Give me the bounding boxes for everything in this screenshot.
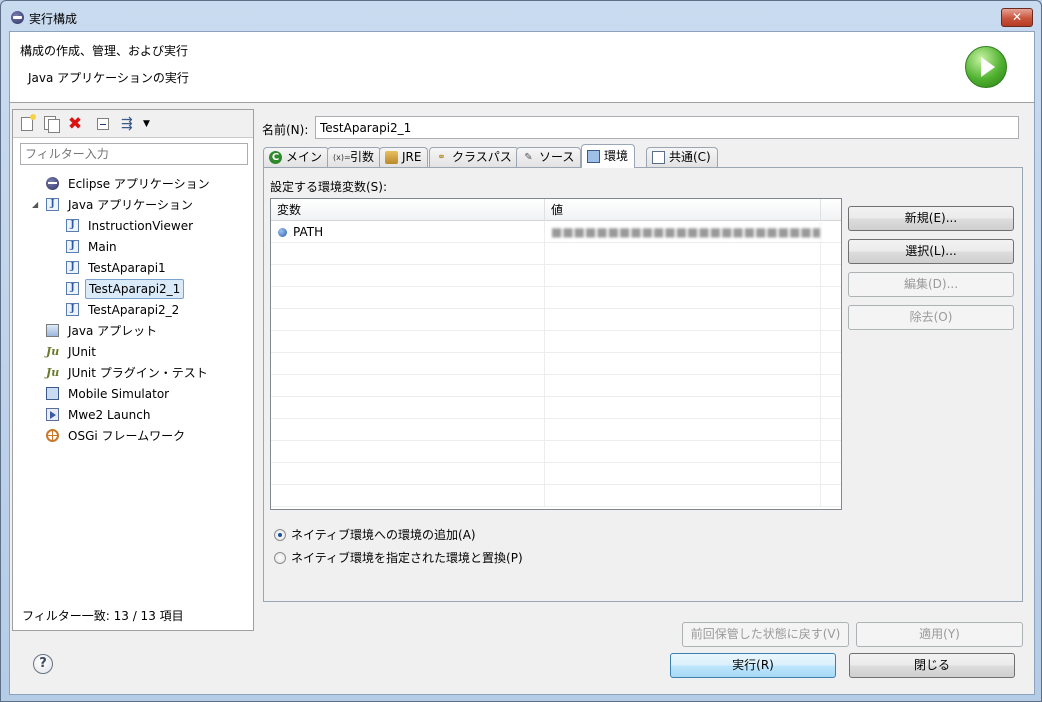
run-icon xyxy=(965,46,1007,88)
environment-tab-content: 設定する環境変数(S): 変数 値 PATH ■■■■■■■■■■■■■■■■■… xyxy=(263,167,1023,602)
launch-config-panel: ✖ ⇶ ▼ Eclipse アプリケーション ◢ J Java アプリケーション… xyxy=(12,109,254,631)
env-var-value: ■■■■■■■■■■■■■■■■■■■■■■■■… xyxy=(545,221,821,243)
remove-env-button[interactable]: 除去(O) xyxy=(848,305,1014,330)
close-button[interactable]: 閉じる xyxy=(849,653,1015,678)
junit-icon: Ju xyxy=(46,345,60,358)
classpath-tab-icon: ⚭ xyxy=(437,152,446,163)
edit-env-button[interactable]: 編集(D)... xyxy=(848,272,1014,297)
eclipse-icon xyxy=(11,11,24,24)
source-tab-icon: ✎ xyxy=(524,152,533,163)
expanded-arrow-icon[interactable]: ◢ xyxy=(32,195,38,215)
tab-main[interactable]: C メイン xyxy=(263,147,330,168)
filter-config-icon[interactable]: ⇶ xyxy=(121,116,137,132)
tab-environment[interactable]: 環境 xyxy=(581,144,636,168)
junit-plugin-icon: Ju xyxy=(46,366,60,379)
common-tab-icon xyxy=(652,151,665,164)
osgi-icon xyxy=(46,429,59,442)
column-header-value[interactable]: 値 xyxy=(545,199,821,221)
eclipse-icon xyxy=(46,177,59,190)
config-tabs: C メイン (x)= 引数 JRE ⚭ クラスパス ✎ ソース 環境 共通(C) xyxy=(263,144,1023,168)
filter-input[interactable] xyxy=(20,143,248,165)
run-button[interactable]: 実行(R) xyxy=(670,653,836,678)
radio-selected-icon xyxy=(274,529,286,541)
select-env-button[interactable]: 選択(L)... xyxy=(848,239,1014,264)
left-toolbar: ✖ ⇶ ▼ xyxy=(13,110,253,138)
config-editor-panel: 名前(N): C メイン (x)= 引数 JRE ⚭ クラスパス xyxy=(260,109,1026,677)
append-env-radio[interactable]: ネイティブ環境への環境の追加(A) xyxy=(274,526,476,544)
window-title: 実行構成 xyxy=(29,12,78,26)
tab-classpath[interactable]: ⚭ クラスパス xyxy=(429,147,519,168)
env-vars-label: 設定する環境変数(S): xyxy=(270,180,388,194)
table-row xyxy=(271,287,841,309)
delete-config-icon[interactable]: ✖ xyxy=(67,116,83,133)
jre-tab-icon xyxy=(385,151,398,164)
column-header-variable[interactable]: 変数 xyxy=(271,199,545,221)
dialog-header: 構成の作成、管理、および実行 Java アプリケーションの実行 xyxy=(10,32,1034,103)
table-row xyxy=(271,265,841,287)
table-row xyxy=(271,353,841,375)
table-row xyxy=(271,463,841,485)
name-label: 名前(N): xyxy=(262,123,309,137)
config-name-input[interactable] xyxy=(315,116,1019,139)
filter-status: フィルター一致: 13 / 13 項目 xyxy=(22,609,184,623)
tab-jre[interactable]: JRE xyxy=(379,147,429,168)
tab-common[interactable]: 共通(C) xyxy=(646,147,718,168)
environment-tab-icon xyxy=(587,150,600,163)
arguments-tab-icon: (x)= xyxy=(333,153,351,162)
tab-source[interactable]: ✎ ソース xyxy=(516,147,582,168)
title-bar: 実行構成 ✕ xyxy=(1,1,1041,31)
table-row xyxy=(271,397,841,419)
java-app-icon: J xyxy=(46,198,59,211)
env-var-name: PATH xyxy=(293,225,324,239)
new-env-button[interactable]: 新規(E)... xyxy=(848,206,1014,231)
table-row xyxy=(271,331,841,353)
view-menu-chevron-down-icon[interactable]: ▼ xyxy=(143,116,159,132)
tab-arguments[interactable]: (x)= 引数 xyxy=(327,147,382,168)
table-row xyxy=(271,375,841,397)
env-var-icon xyxy=(278,228,287,237)
table-row[interactable]: PATH ■■■■■■■■■■■■■■■■■■■■■■■■… xyxy=(271,221,841,243)
table-row xyxy=(271,441,841,463)
mobile-icon xyxy=(46,387,59,400)
radio-unselected-icon xyxy=(274,552,286,564)
table-row xyxy=(271,309,841,331)
revert-button[interactable]: 前回保管した状態に戻す(V) xyxy=(682,622,849,647)
java-config-icon: J xyxy=(66,303,79,316)
java-config-icon: J xyxy=(66,240,79,253)
java-config-icon: J xyxy=(66,219,79,232)
table-row xyxy=(271,243,841,265)
applet-icon xyxy=(46,324,59,337)
collapse-all-icon[interactable] xyxy=(97,118,109,130)
run-configurations-window: 実行構成 ✕ 構成の作成、管理、および実行 Java アプリケーションの実行 ✖… xyxy=(0,0,1042,702)
java-config-icon: J xyxy=(66,261,79,274)
header-title: 構成の作成、管理、および実行 xyxy=(20,44,189,58)
table-row xyxy=(271,419,841,441)
table-row xyxy=(271,485,841,507)
close-window-button[interactable]: ✕ xyxy=(1001,8,1033,27)
main-tab-icon: C xyxy=(269,151,282,164)
env-vars-table[interactable]: 変数 値 PATH ■■■■■■■■■■■■■■■■■■■■■■■■… xyxy=(270,198,842,510)
header-description: Java アプリケーションの実行 xyxy=(28,71,189,85)
help-icon[interactable]: ? xyxy=(33,654,53,674)
java-config-icon: J xyxy=(66,282,79,295)
table-header: 変数 値 xyxy=(271,199,841,221)
replace-env-radio[interactable]: ネイティブ環境を指定された環境と置換(P) xyxy=(274,549,523,567)
duplicate-config-icon[interactable] xyxy=(44,116,60,133)
apply-button[interactable]: 適用(Y) xyxy=(856,622,1023,647)
new-config-icon[interactable] xyxy=(21,114,36,131)
dialog-client-area: 構成の作成、管理、および実行 Java アプリケーションの実行 ✖ ⇶ ▼ Ec… xyxy=(9,31,1035,695)
mwe2-icon xyxy=(46,408,59,421)
